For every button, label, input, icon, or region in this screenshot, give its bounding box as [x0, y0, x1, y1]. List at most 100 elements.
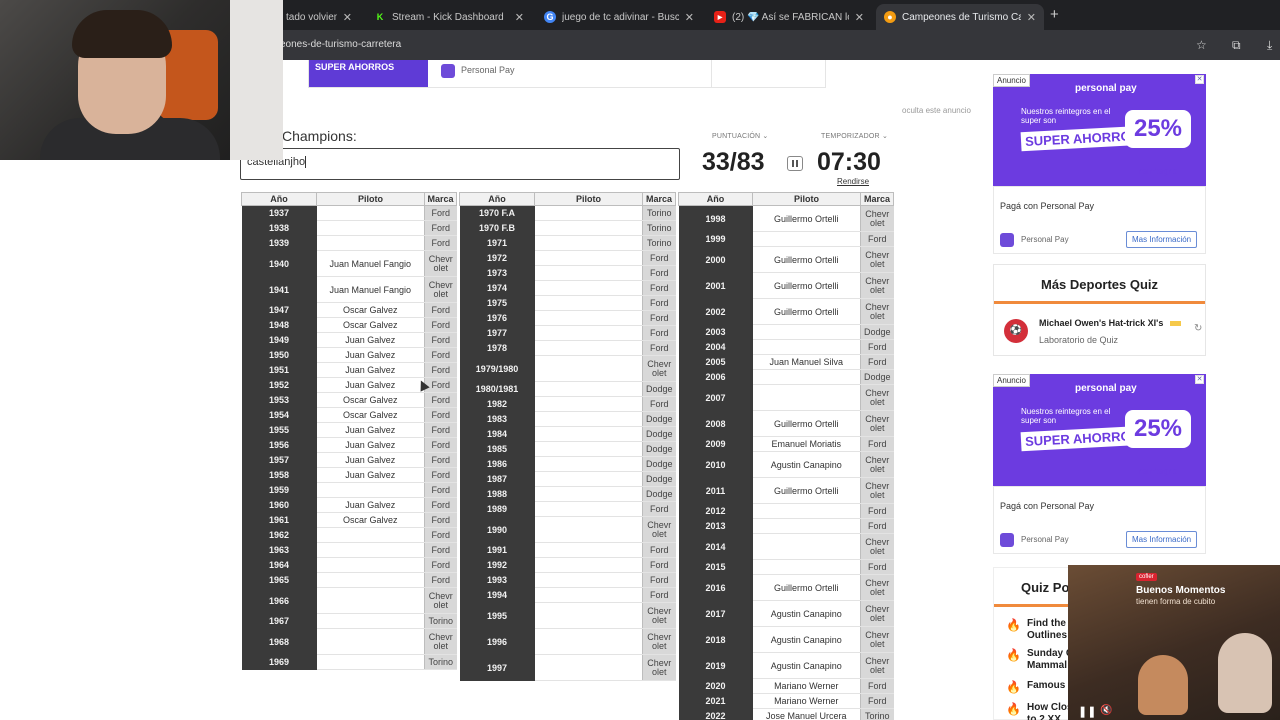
driver-cell: [752, 559, 861, 575]
quiz-prompt: Champions:: [282, 128, 357, 144]
new-tab-icon[interactable]: +: [1050, 6, 1059, 23]
close-icon[interactable]: ✕: [515, 11, 524, 24]
accent-bar: [994, 604, 1074, 607]
pause-button[interactable]: [787, 156, 803, 171]
driver-cell: Guillermo Ortelli: [752, 298, 861, 325]
year-cell: 1976: [459, 310, 535, 326]
more-info-button[interactable]: Mas Información: [1126, 531, 1198, 548]
tab-2[interactable]: K Stream - Kick Dashboard ✕: [366, 4, 532, 30]
pause-icon: [792, 160, 794, 167]
ad-percent: 25% reintegro: [1125, 410, 1191, 476]
year-cell: 1951: [241, 362, 317, 378]
driver-cell: [534, 441, 643, 457]
extensions-icon[interactable]: ⧉: [1232, 38, 1241, 53]
table-row: 1992 Ford: [459, 557, 676, 573]
table-row: 1958 Juan Galvez Ford: [241, 467, 457, 483]
table-row: 1954 Oscar Galvez Ford: [241, 407, 457, 423]
quiz-thumbnail-icon[interactable]: ⚽: [1004, 319, 1028, 343]
table-row: 1963 Ford: [241, 542, 457, 558]
brand-cell: Dodge: [642, 486, 676, 502]
sidebar-ad-1[interactable]: Anuncio ✕ personal pay Nuestros reintegr…: [993, 74, 1206, 186]
table-row: 2009 Emanuel Moriatis Ford: [678, 436, 894, 452]
year-cell: 2008: [678, 410, 753, 437]
driver-cell: Juan Galvez: [316, 497, 425, 513]
bookmark-star-icon[interactable]: ☆: [1196, 38, 1207, 52]
table-row: 1995 Chevr olet: [459, 602, 676, 629]
table-row: 2019 Agustin Canapino Chevr olet: [678, 652, 894, 679]
tab-label: Stream - Kick Dashboard: [392, 11, 504, 23]
driver-cell: [534, 340, 643, 356]
brand-cell: Chevr olet: [860, 574, 894, 601]
ad-divider: [711, 60, 712, 87]
table-row: 1970 F.A Torino: [459, 205, 676, 221]
brand-cell: Ford: [424, 482, 457, 498]
table-row: 2010 Agustin Canapino Chevr olet: [678, 451, 894, 478]
driver-cell: [316, 557, 425, 573]
google-icon: G: [544, 11, 556, 23]
ad-caption: Pagá con Personal Pay: [1000, 201, 1095, 211]
year-cell: 2011: [678, 477, 753, 504]
video-ad-overlay[interactable]: cofler Buenos Momentos tienen forma de c…: [1068, 565, 1280, 720]
driver-cell: [534, 516, 643, 543]
year-cell: 1975: [459, 295, 535, 311]
driver-cell: Juan Galvez: [316, 437, 425, 453]
year-cell: 1974: [459, 280, 535, 296]
ad-line: Nuestros reintegros en el super son: [1021, 407, 1111, 425]
tab-4[interactable]: ▶ (2) 💎 Así se FABRICAN los CO ✕: [706, 4, 872, 30]
ad-close-icon[interactable]: ✕: [1195, 375, 1204, 384]
table-row: 2000 Guillermo Ortelli Chevr olet: [678, 246, 894, 273]
brand-cell: Chevr olet: [860, 477, 894, 504]
brand-cell: Ford: [424, 302, 457, 318]
driver-cell: [316, 205, 425, 221]
tab-5-active[interactable]: ● Campeones de Turismo Carrete ✕: [876, 4, 1044, 30]
year-cell: 2006: [678, 369, 753, 385]
answer-input[interactable]: castellanjho: [240, 148, 680, 180]
table-header: Año Piloto Marca: [459, 192, 676, 206]
brand-cell: Ford: [860, 518, 894, 534]
tab-1[interactable]: tado volviend ✕: [278, 4, 360, 30]
driver-cell: [534, 471, 643, 487]
hide-ad-link[interactable]: oculta este anuncio: [902, 106, 971, 115]
quiz-link[interactable]: Michael Owen's Hat-trick XI's: [1039, 318, 1163, 328]
brand-cell: Ford: [860, 693, 894, 709]
more-info-button[interactable]: Mas Información: [1126, 231, 1198, 248]
top-banner-ad[interactable]: SUPER AHORROS Personal Pay: [308, 60, 826, 88]
download-icon[interactable]: ⤓: [1267, 38, 1272, 53]
year-cell: 1973: [459, 265, 535, 281]
answers-table-3: Año Piloto Marca 1998 Guillermo Ortelli Chev…: [678, 192, 894, 720]
give-up-button[interactable]: Rendirse: [837, 177, 869, 186]
year-cell: 1964: [241, 557, 317, 573]
brand-cell: Chevr olet: [424, 250, 457, 277]
brand-cell: Ford: [642, 557, 676, 573]
brand-cell: Torino: [424, 613, 457, 629]
sidebar-ad-2[interactable]: Anuncio ✕ personal pay Nuestros reintegr…: [993, 374, 1206, 486]
close-icon[interactable]: ✕: [1027, 11, 1036, 24]
pause-icon[interactable]: ❚❚: [1078, 705, 1096, 718]
table-row: 1987 Dodge: [459, 471, 676, 487]
table-row: 2006 Dodge: [678, 369, 894, 385]
tab-3[interactable]: G juego de tc adivinar - Buscar co ✕: [536, 4, 702, 30]
refresh-icon[interactable]: ↻: [1194, 323, 1202, 334]
close-icon[interactable]: ✕: [343, 11, 352, 24]
ad-close-icon[interactable]: ✕: [1195, 75, 1204, 84]
col-brand: Marca: [642, 192, 676, 206]
year-cell: 2007: [678, 384, 753, 411]
table-row: 1993 Ford: [459, 572, 676, 588]
mute-icon[interactable]: 🔇: [1100, 705, 1112, 716]
ad-brand-name: Personal Pay: [1021, 235, 1069, 244]
year-cell: 1949: [241, 332, 317, 348]
brand-cell: Ford: [642, 587, 676, 603]
webcam-overlay: [0, 0, 283, 160]
brand-cell: Chevr olet: [424, 587, 457, 614]
brand-cell: Ford: [424, 527, 457, 543]
driver-cell: [534, 654, 643, 681]
tab-label: (2) 💎 Así se FABRICAN los CO: [732, 11, 849, 23]
year-cell: 1967: [241, 613, 317, 629]
url-text[interactable]: eones-de-turismo-carretera: [280, 39, 401, 50]
driver-cell: [534, 295, 643, 311]
year-cell: 2010: [678, 451, 753, 478]
year-cell: 1987: [459, 471, 535, 487]
close-icon[interactable]: ✕: [855, 11, 864, 24]
table-row: 1988 Dodge: [459, 486, 676, 502]
close-icon[interactable]: ✕: [685, 11, 694, 24]
